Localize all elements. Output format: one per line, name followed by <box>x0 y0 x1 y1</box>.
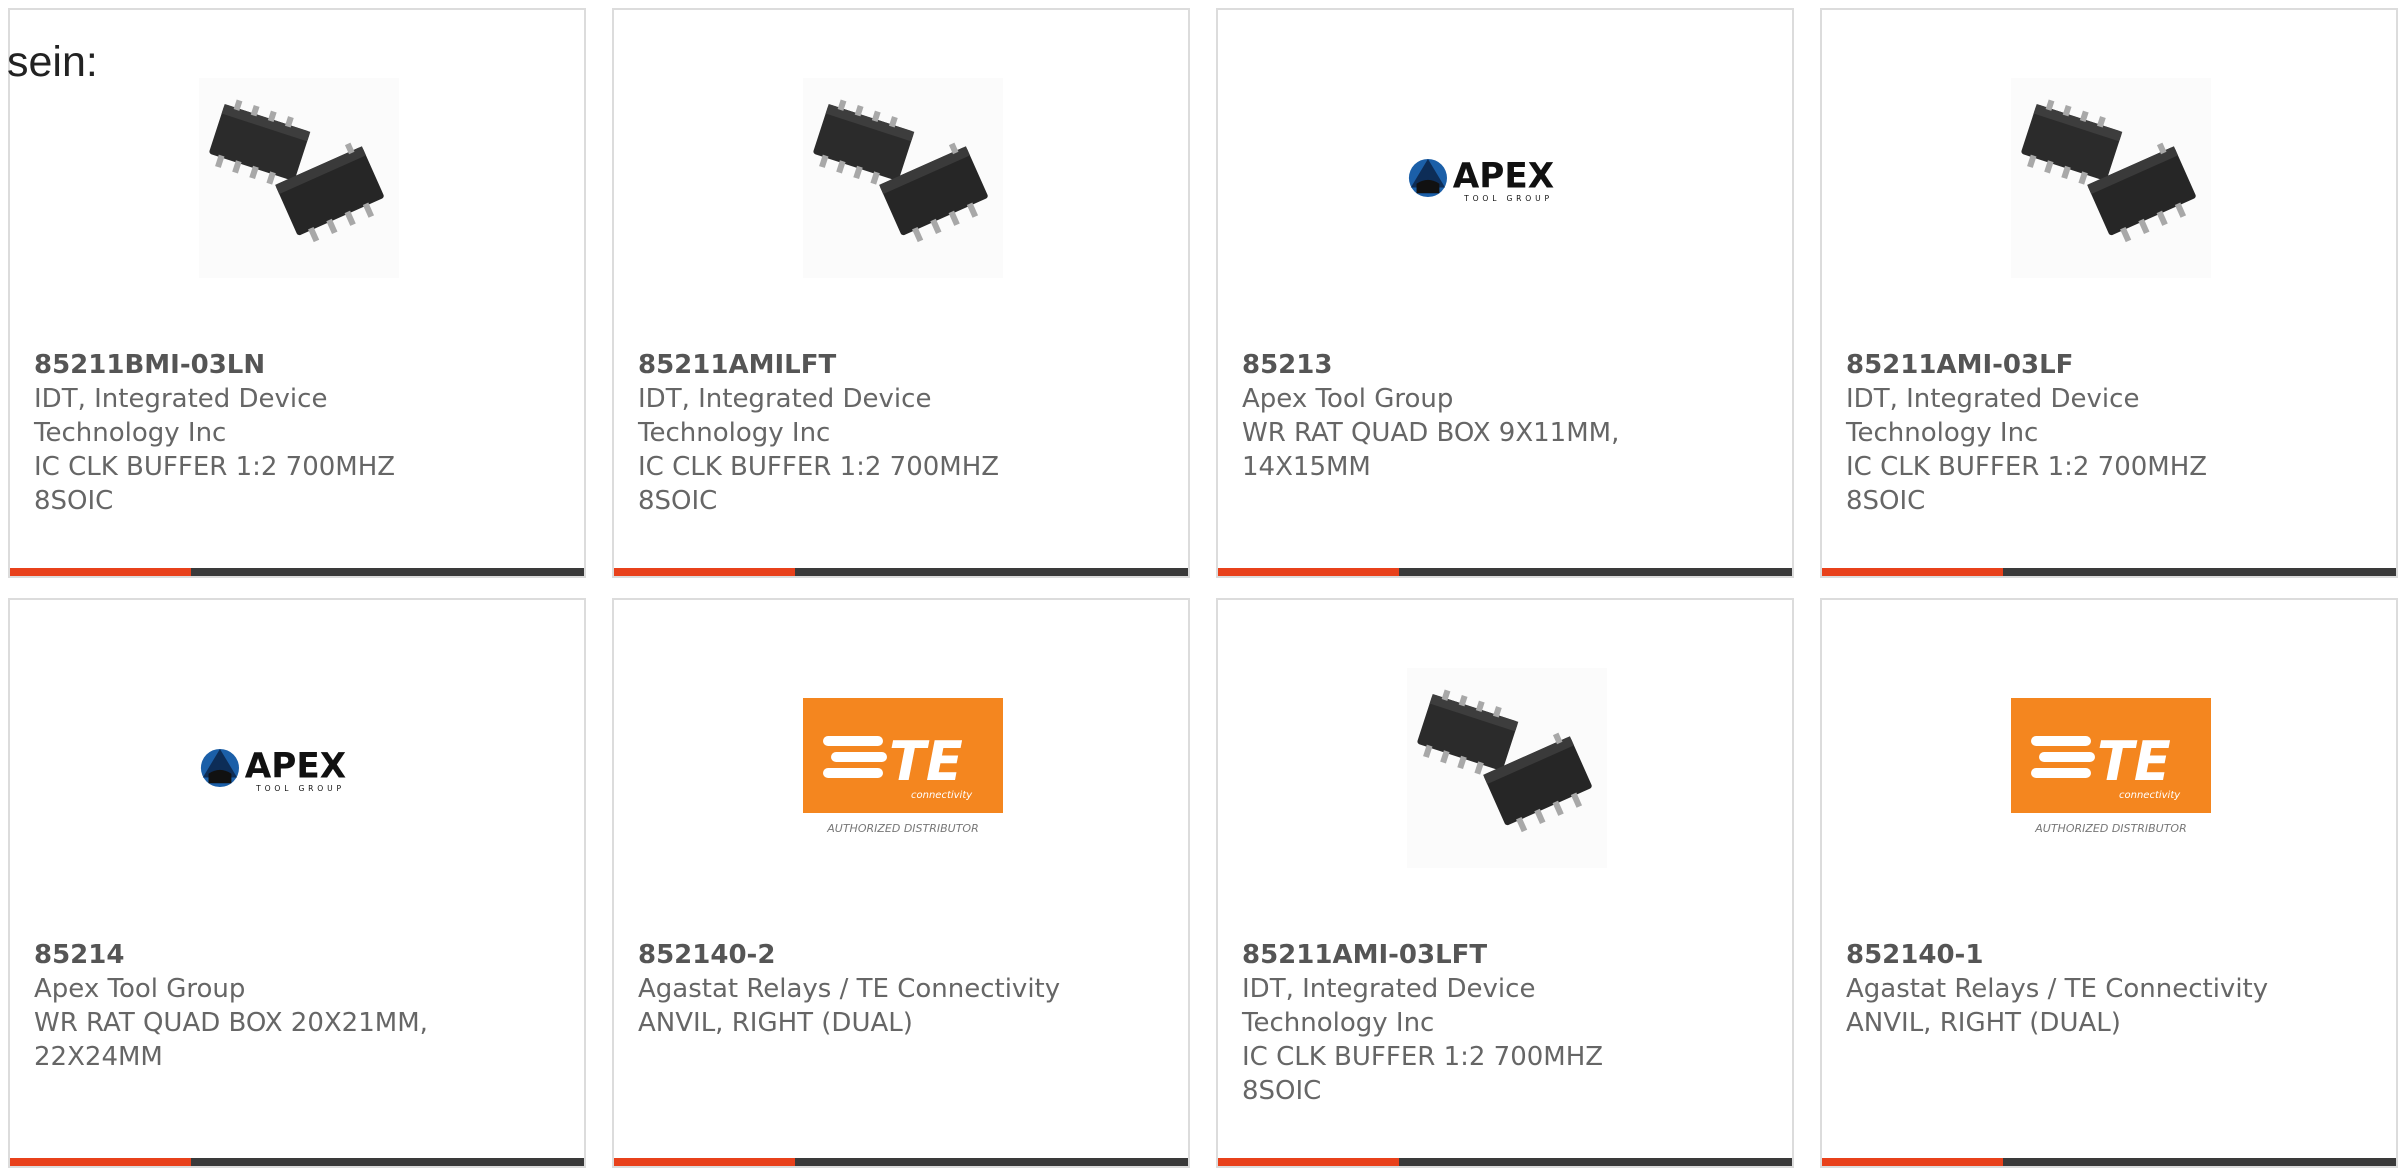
te-logo-text: TE <box>2097 730 2171 793</box>
card-bottom-bar <box>614 1158 1188 1166</box>
product-description: WR RAT QUAD BOX 9X11MM, 14X15MM <box>1242 418 1620 482</box>
te-logo-text: TE <box>889 730 963 793</box>
card-bottom-bar <box>1218 1158 1792 1166</box>
apex-logo-icon: APEX TOOL GROUP <box>200 747 346 793</box>
part-number-link[interactable]: 852140-2 <box>638 938 1078 972</box>
chip-image-icon <box>803 78 1003 278</box>
chip-image-icon <box>199 78 399 278</box>
apex-logo-subtext: TOOL GROUP <box>255 784 345 793</box>
te-logo-caption: AUTHORIZED DISTRIBUTOR <box>826 822 979 835</box>
manufacturer-name: Agastat Relays / TE Connectivity <box>1846 974 2269 1004</box>
product-info: 85211AMI-03LF IDT, Integrated Device Tec… <box>1846 348 2286 518</box>
card-bar-accent <box>1822 568 2003 576</box>
card-bar-accent <box>1218 568 1399 576</box>
product-image-apex-logo[interactable]: APEX TOOL GROUP <box>199 668 399 868</box>
card-bar-accent <box>10 1158 191 1166</box>
card-bottom-bar <box>1218 568 1792 576</box>
manufacturer-name: IDT, Integrated Device Technology Inc <box>638 384 932 448</box>
part-number-link[interactable]: 85214 <box>34 938 474 972</box>
apex-logo-icon: APEX TOOL GROUP <box>1408 157 1554 203</box>
card-bottom-bar <box>1822 568 2396 576</box>
product-info: 85214 Apex Tool Group WR RAT QUAD BOX 20… <box>34 938 474 1074</box>
product-info: 85211BMI-03LN IDT, Integrated Device Tec… <box>34 348 474 518</box>
product-description: IC CLK BUFFER 1:2 700MHZ 8SOIC <box>1242 1042 1604 1106</box>
product-card[interactable]: 85211AMI-03LF IDT, Integrated Device Tec… <box>1820 8 2398 578</box>
chip-image-icon <box>2011 78 2211 278</box>
product-image-chip[interactable] <box>199 78 399 278</box>
product-info: 852140-2 Agastat Relays / TE Connectivit… <box>638 938 1078 1040</box>
card-bottom-bar <box>1822 1158 2396 1166</box>
card-bar-accent <box>10 568 191 576</box>
manufacturer-name: Apex Tool Group <box>34 974 246 1004</box>
te-logo-caption: AUTHORIZED DISTRIBUTOR <box>2034 822 2187 835</box>
manufacturer-name: Apex Tool Group <box>1242 384 1454 414</box>
part-number-link[interactable]: 85213 <box>1242 348 1682 382</box>
card-bottom-bar <box>10 1158 584 1166</box>
te-logo-subtext: connectivity <box>2119 790 2181 801</box>
product-description: IC CLK BUFFER 1:2 700MHZ 8SOIC <box>34 452 396 516</box>
part-number-link[interactable]: 85211BMI-03LN <box>34 348 474 382</box>
manufacturer-name: Agastat Relays / TE Connectivity <box>638 974 1061 1004</box>
card-bottom-bar <box>10 568 584 576</box>
product-grid: 85211BMI-03LN IDT, Integrated Device Tec… <box>8 8 2400 1168</box>
product-card[interactable]: APEX TOOL GROUP 85213 Apex Tool Group WR… <box>1216 8 1794 578</box>
product-image-chip[interactable] <box>2011 78 2211 278</box>
product-card[interactable]: APEX TOOL GROUP 85214 Apex Tool Group WR… <box>8 598 586 1168</box>
product-image-chip[interactable] <box>1407 668 1607 868</box>
te-logo-icon: TE connectivity AUTHORIZED DISTRIBUTOR <box>803 698 1003 835</box>
product-description: IC CLK BUFFER 1:2 700MHZ 8SOIC <box>638 452 1000 516</box>
product-description: IC CLK BUFFER 1:2 700MHZ 8SOIC <box>1846 452 2208 516</box>
te-logo-subtext: connectivity <box>911 790 973 801</box>
te-logo-icon: TE connectivity AUTHORIZED DISTRIBUTOR <box>2011 698 2211 835</box>
product-image-chip[interactable] <box>803 78 1003 278</box>
product-card[interactable]: 85211BMI-03LN IDT, Integrated Device Tec… <box>8 8 586 578</box>
part-number-link[interactable]: 85211AMILFT <box>638 348 1078 382</box>
product-card[interactable]: 85211AMILFT IDT, Integrated Device Techn… <box>612 8 1190 578</box>
product-description: WR RAT QUAD BOX 20X21MM, 22X24MM <box>34 1008 428 1072</box>
product-info: 85211AMILFT IDT, Integrated Device Techn… <box>638 348 1078 518</box>
card-bar-accent <box>614 1158 795 1166</box>
page-label: sein: <box>7 38 98 86</box>
product-card[interactable]: TE connectivity AUTHORIZED DISTRIBUTOR 8… <box>612 598 1190 1168</box>
part-number-link[interactable]: 85211AMI-03LFT <box>1242 938 1682 972</box>
product-image-te-logo[interactable]: TE connectivity AUTHORIZED DISTRIBUTOR <box>2011 668 2211 868</box>
product-image-te-logo[interactable]: TE connectivity AUTHORIZED DISTRIBUTOR <box>803 668 1003 868</box>
apex-logo-subtext: TOOL GROUP <box>1463 194 1553 203</box>
card-bar-accent <box>1218 1158 1399 1166</box>
manufacturer-name: IDT, Integrated Device Technology Inc <box>1242 974 1536 1038</box>
chip-image-icon <box>1407 668 1607 868</box>
product-info: 85213 Apex Tool Group WR RAT QUAD BOX 9X… <box>1242 348 1682 484</box>
card-bar-accent <box>614 568 795 576</box>
product-image-apex-logo[interactable]: APEX TOOL GROUP <box>1407 78 1607 278</box>
card-bottom-bar <box>614 568 1188 576</box>
card-bar-accent <box>1822 1158 2003 1166</box>
part-number-link[interactable]: 85211AMI-03LF <box>1846 348 2286 382</box>
apex-logo-text: APEX <box>245 747 346 787</box>
product-card[interactable]: 85211AMI-03LFT IDT, Integrated Device Te… <box>1216 598 1794 1168</box>
part-number-link[interactable]: 852140-1 <box>1846 938 2286 972</box>
product-card[interactable]: TE connectivity AUTHORIZED DISTRIBUTOR 8… <box>1820 598 2398 1168</box>
product-info: 85211AMI-03LFT IDT, Integrated Device Te… <box>1242 938 1682 1108</box>
product-description: ANVIL, RIGHT (DUAL) <box>638 1008 913 1038</box>
manufacturer-name: IDT, Integrated Device Technology Inc <box>1846 384 2140 448</box>
manufacturer-name: IDT, Integrated Device Technology Inc <box>34 384 328 448</box>
apex-logo-text: APEX <box>1453 157 1554 197</box>
product-info: 852140-1 Agastat Relays / TE Connectivit… <box>1846 938 2286 1040</box>
product-description: ANVIL, RIGHT (DUAL) <box>1846 1008 2121 1038</box>
